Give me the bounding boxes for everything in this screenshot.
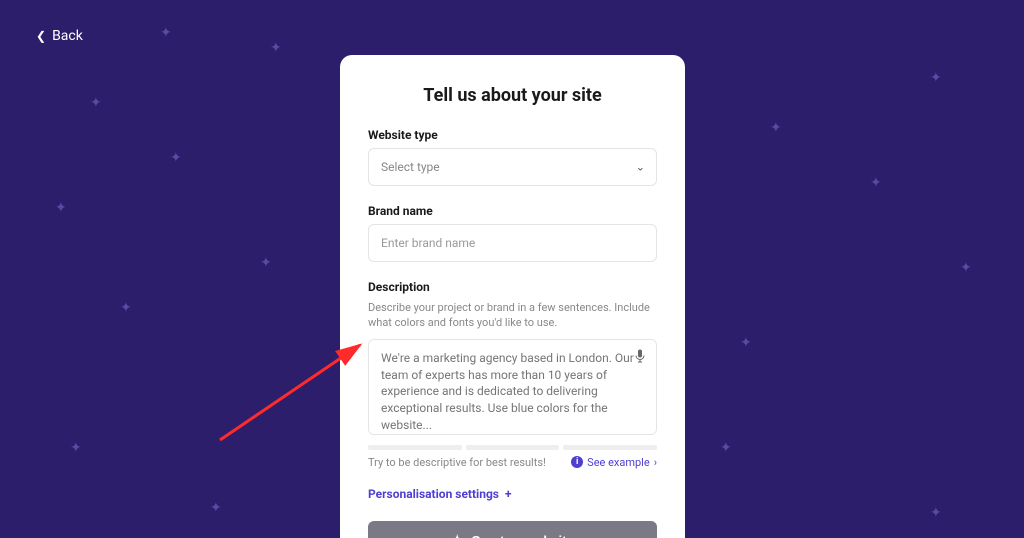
description-label: Description <box>368 280 657 294</box>
description-helper: Describe your project or brand in a few … <box>368 300 657 331</box>
plus-icon: + <box>505 487 512 501</box>
site-setup-card: Tell us about your site Website type Sel… <box>340 55 685 538</box>
see-example-label: See example <box>587 456 650 469</box>
personalisation-label: Personalisation settings <box>368 487 499 501</box>
description-hint: Try to be descriptive for best results! <box>368 456 546 469</box>
personalisation-toggle[interactable]: Personalisation settings + <box>368 487 657 501</box>
microphone-icon[interactable] <box>631 347 649 365</box>
brand-name-input[interactable] <box>368 224 657 262</box>
brand-name-label: Brand name <box>368 204 657 218</box>
info-icon: i <box>571 456 583 468</box>
create-website-button[interactable]: ✦ Create a website <box>368 521 657 538</box>
sparkle-icon: ✦ <box>451 532 463 538</box>
website-type-placeholder: Select type <box>381 160 440 174</box>
cta-label: Create a website <box>471 533 574 538</box>
description-textarea[interactable] <box>368 339 657 435</box>
back-button[interactable]: ❮ Back <box>36 28 83 44</box>
website-type-select[interactable]: Select type <box>368 148 657 186</box>
chevron-left-icon: ❮ <box>36 29 46 43</box>
see-example-link[interactable]: i See example › <box>571 456 657 469</box>
website-type-label: Website type <box>368 128 657 142</box>
chevron-right-icon: › <box>654 456 657 469</box>
card-title: Tell us about your site <box>368 85 657 106</box>
strength-meter <box>368 445 657 450</box>
back-label: Back <box>52 28 83 44</box>
